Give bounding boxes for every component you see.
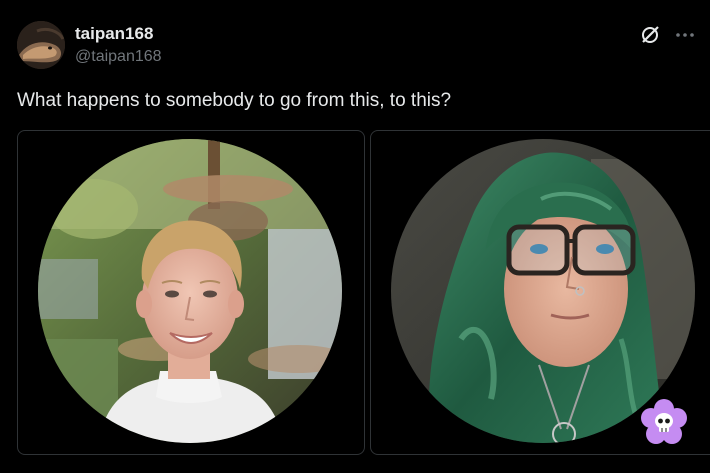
before-photo[interactable]: [38, 139, 342, 443]
more-icon[interactable]: [671, 22, 699, 48]
grok-icon[interactable]: [637, 22, 663, 48]
display-name[interactable]: taipan168: [75, 24, 153, 44]
flower-skull-sticker[interactable]: [640, 399, 688, 447]
user-handle[interactable]: @taipan168: [75, 48, 162, 66]
tweet-text: What happens to somebody to go from this…: [17, 90, 452, 111]
snake-avatar[interactable]: [17, 21, 65, 69]
media-card-before[interactable]: [17, 130, 365, 455]
after-photo[interactable]: [391, 139, 695, 443]
